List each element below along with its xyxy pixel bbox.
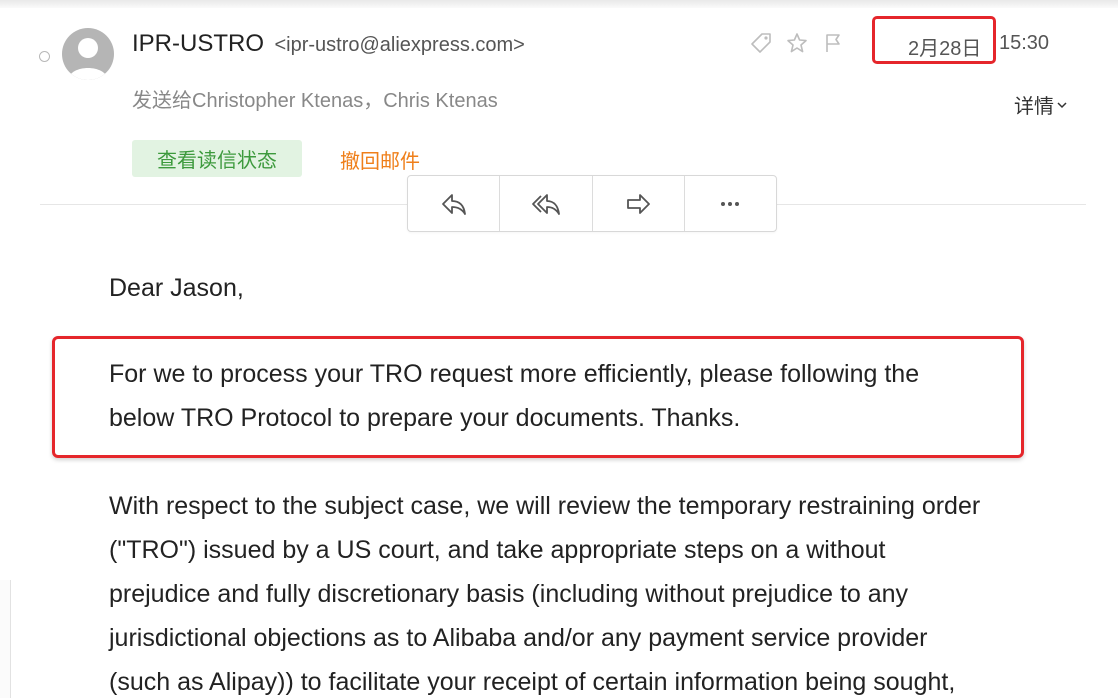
details-label: 详情	[1014, 96, 1054, 118]
left-panel-edge	[0, 580, 11, 698]
read-status-button[interactable]: 查看读信状态	[132, 140, 302, 177]
flag-icon[interactable]	[820, 30, 846, 56]
paragraph-2: With respect to the subject case, we wil…	[109, 484, 980, 698]
tag-icon[interactable]	[748, 30, 774, 56]
reply-icon	[441, 193, 466, 215]
paragraph-2-line: prejudice and fully discretionary basis …	[109, 580, 909, 608]
reply-all-button[interactable]	[500, 176, 593, 231]
sender-name[interactable]: IPR-USTRO	[132, 30, 264, 57]
email-date: 2月28日	[908, 38, 982, 60]
sender: IPR-USTRO <ipr-ustro@aliexpress.com>	[132, 30, 525, 58]
paragraph-2-line: ("TRO") issued by a US court, and take a…	[109, 536, 886, 564]
paragraph-1: For we to process your TRO request more …	[109, 352, 919, 440]
header-icon-group	[748, 30, 846, 56]
greeting: Dear Jason,	[109, 274, 244, 302]
unread-indicator-icon[interactable]	[39, 51, 50, 62]
forward-button[interactable]	[593, 176, 685, 231]
paragraph-2-line: With respect to the subject case, we wil…	[109, 492, 981, 520]
reply-all-icon	[531, 193, 560, 215]
top-strip	[0, 0, 1118, 8]
reply-button[interactable]	[408, 176, 501, 231]
paragraph-1-line: For we to process your TRO request more …	[109, 360, 920, 388]
avatar[interactable]	[62, 28, 114, 80]
paragraph-2-line: (such as Alipay)) to facilitate your rec…	[109, 668, 956, 696]
forward-icon	[627, 193, 651, 214]
person-icon	[68, 38, 108, 80]
more-button[interactable]	[685, 176, 776, 231]
email-reader: IPR-USTRO <ipr-ustro@aliexpress.com> 发送给…	[0, 0, 1118, 698]
star-icon[interactable]	[784, 30, 810, 56]
details-toggle[interactable]: 详情	[1014, 90, 1068, 119]
paragraph-2-line: jurisdictional objections as to Alibaba …	[109, 624, 928, 652]
chevron-down-icon	[1057, 101, 1067, 108]
recall-email-link[interactable]: 撤回邮件	[340, 145, 420, 174]
paragraph-1-line: below TRO Protocol to prepare your docum…	[109, 404, 741, 432]
sent-to-label: 发送给	[132, 90, 192, 112]
message-action-bar	[407, 175, 777, 232]
recipients[interactable]: Christopher Ktenas，Chris Ktenas	[192, 90, 498, 112]
sender-email[interactable]: <ipr-ustro@aliexpress.com>	[274, 34, 524, 56]
more-icon	[721, 201, 740, 206]
recipients-line: 发送给Christopher Ktenas，Chris Ktenas	[132, 84, 498, 113]
email-time: 15:30	[999, 32, 1050, 54]
